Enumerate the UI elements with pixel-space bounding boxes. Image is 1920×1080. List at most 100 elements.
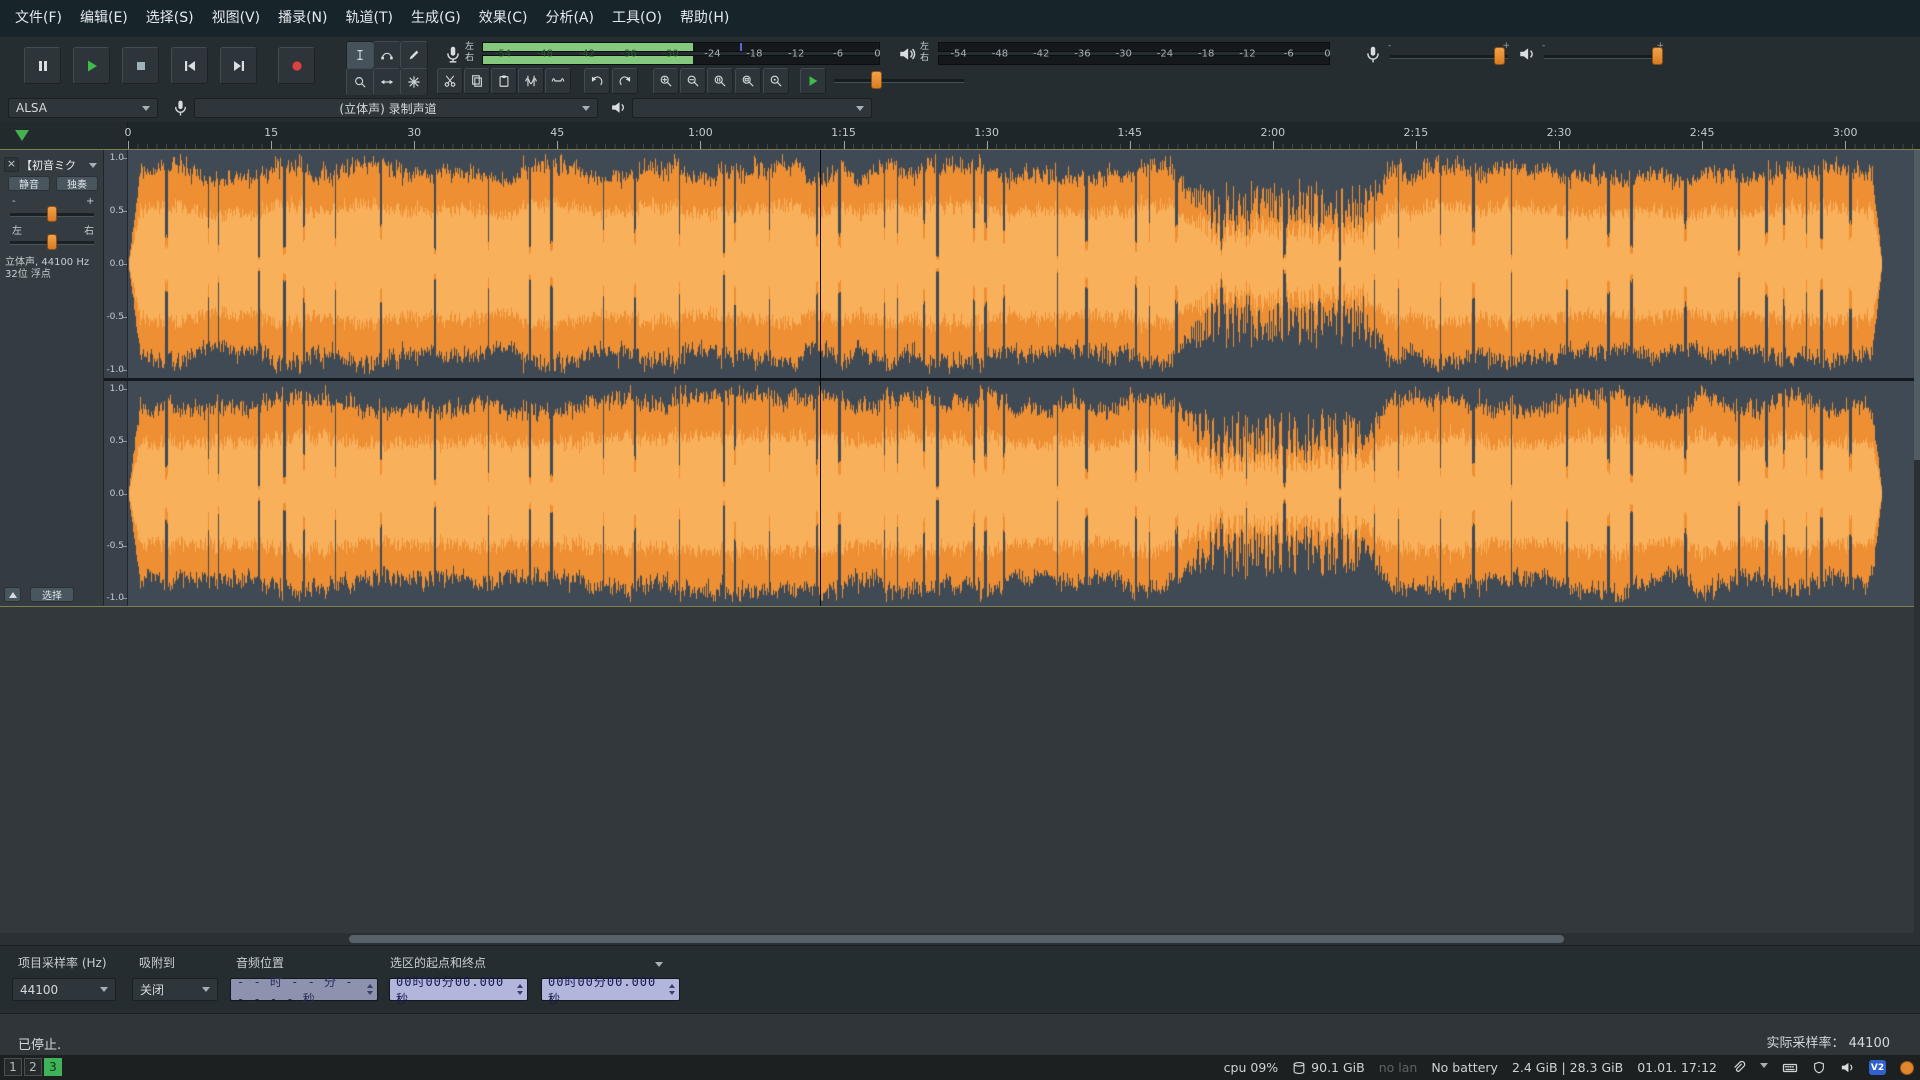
menu-item-transport[interactable]: 播录(N) [269, 0, 336, 37]
menu-item-generate[interactable]: 生成(G) [402, 0, 470, 37]
play-at-speed-button[interactable] [800, 68, 826, 94]
copy-button[interactable] [464, 68, 490, 94]
zoom-in-button[interactable] [653, 68, 679, 94]
pan-slider[interactable] [10, 234, 94, 250]
playback-meter[interactable]: -54-48-42-36-30-24-18-12-60 [938, 42, 1330, 66]
menu-item-help[interactable]: 帮助(H) [671, 0, 738, 37]
audacity-window: 文件(F) 编辑(E) 选择(S) 视图(V) 播录(N) 轨道(T) 生成(G… [0, 0, 1920, 1080]
security-shield-icon[interactable] [1812, 1061, 1826, 1075]
timeline-corner [0, 122, 128, 149]
envelope-tool-icon [380, 48, 394, 62]
audio-host-combo[interactable]: ALSA [8, 98, 158, 118]
attachment-icon[interactable] [1731, 1060, 1746, 1075]
playback-volume-thumb[interactable] [1652, 47, 1663, 65]
spinner-icon[interactable] [667, 981, 677, 998]
selection-end-field[interactable]: 00时00分00.000秒 [541, 978, 680, 1001]
multi-tool-button[interactable] [400, 68, 428, 96]
timeline-ruler[interactable]: 01530451:001:151:301:452:002:152:302:453… [0, 122, 1920, 150]
envelope-tool-button[interactable] [373, 41, 401, 69]
track-close-button[interactable]: × [4, 157, 19, 172]
draw-tool-button[interactable] [400, 41, 428, 69]
play-at-speed-icon [806, 74, 820, 88]
menu-item-tools[interactable]: 工具(O) [603, 0, 671, 37]
vertical-scrollbar[interactable] [1914, 150, 1920, 933]
mic-volume-thumb[interactable] [1494, 47, 1505, 65]
speed-slider-thumb[interactable] [871, 71, 882, 89]
sample-rate-combo[interactable]: 44100 [12, 978, 116, 1001]
vertical-scrollbar-thumb[interactable] [1914, 150, 1920, 460]
selection-start-field[interactable]: 00时00分00.000秒 [389, 978, 528, 1001]
menu-item-edit[interactable]: 编辑(E) [71, 0, 137, 37]
mute-button[interactable]: 静音 [8, 176, 50, 191]
silence-audio-icon [551, 74, 565, 88]
track-menu-caret-icon[interactable] [89, 163, 97, 172]
zoom-project-button[interactable] [735, 68, 761, 94]
record-meter-mic-icon [444, 45, 462, 63]
record-button[interactable] [278, 47, 315, 84]
zoom-out-button[interactable] [680, 68, 706, 94]
menu-item-tracks[interactable]: 轨道(T) [337, 0, 402, 37]
menu-item-effect[interactable]: 效果(C) [470, 0, 537, 37]
redo-button[interactable] [612, 68, 638, 94]
gain-slider[interactable] [10, 206, 94, 222]
paste-button[interactable] [491, 68, 517, 94]
menu-item-analyze[interactable]: 分析(A) [536, 0, 603, 37]
cut-button[interactable] [437, 68, 463, 94]
workspace-2[interactable]: 2 [24, 1058, 42, 1076]
playback-volume-slider[interactable]: - + [1542, 43, 1664, 69]
keyboard-icon[interactable] [1782, 1060, 1798, 1076]
stop-button[interactable] [122, 47, 159, 84]
undo-button[interactable] [584, 68, 610, 94]
pan-slider-thumb[interactable] [47, 234, 57, 250]
pinned-playhead-button[interactable] [12, 127, 32, 144]
selection-tool-icon [353, 48, 367, 62]
menu-item-file[interactable]: 文件(F) [6, 0, 71, 37]
gain-slider-thumb[interactable] [47, 206, 57, 222]
waveform-canvas-right[interactable] [128, 381, 1914, 606]
audio-position-field[interactable]: - - 时 - - 分 - -.- - - 秒 [230, 978, 378, 1001]
app-tray-icon[interactable] [1900, 1061, 1914, 1075]
solo-button[interactable]: 独奏 [56, 176, 98, 191]
workspace-1[interactable]: 1 [4, 1058, 22, 1076]
selection-tool-button[interactable] [346, 41, 374, 69]
recording-channels-combo[interactable]: (立体声) 录制声道 [194, 98, 598, 118]
copy-icon [470, 74, 484, 88]
zoom-selection-button[interactable] [707, 68, 733, 94]
record-meter[interactable]: -54-48-42-36-30-24-18-12-60 [482, 42, 880, 66]
zoom-tool-button[interactable] [346, 68, 374, 96]
menu-item-select[interactable]: 选择(S) [137, 0, 203, 37]
network-tray-icon[interactable] [1760, 1063, 1768, 1072]
mic-volume-min-label: - [1388, 41, 1391, 51]
skip-start-button[interactable] [171, 47, 208, 84]
timeline-ticks[interactable]: 01530451:001:151:301:452:002:152:302:453… [128, 122, 1920, 149]
menu-item-view[interactable]: 视图(V) [203, 0, 270, 37]
playback-device-combo[interactable] [632, 98, 872, 118]
timeshift-tool-button[interactable] [373, 68, 401, 96]
silence-audio-button[interactable] [545, 68, 571, 94]
select-track-button[interactable]: 选择 [30, 587, 74, 602]
disk-usage: 90.1 GiB [1292, 1060, 1365, 1075]
edit-cursor [820, 150, 821, 606]
pause-button[interactable] [24, 47, 61, 84]
skip-end-button[interactable] [220, 47, 257, 84]
input-method-badge[interactable]: V2 [1869, 1060, 1886, 1075]
workspace-3[interactable]: 3 [44, 1058, 62, 1076]
selection-format-caret-icon[interactable] [655, 962, 663, 971]
horizontal-scrollbar-thumb[interactable] [349, 935, 1564, 943]
speed-slider[interactable] [832, 67, 966, 93]
zoom-toggle-button[interactable] [763, 68, 789, 94]
timeline-tick-label: 1:00 [688, 126, 713, 139]
collapse-track-button[interactable] [4, 587, 21, 602]
mic-volume-slider[interactable]: - + [1388, 43, 1510, 69]
waveform-canvas-left[interactable] [128, 150, 1914, 378]
trim-audio-button[interactable] [518, 68, 544, 94]
volume-tray-icon[interactable] [1840, 1060, 1855, 1075]
spinner-icon[interactable] [365, 981, 375, 998]
play-button[interactable] [73, 47, 110, 84]
horizontal-scrollbar[interactable] [0, 933, 1920, 945]
timeline-minor-ticks [128, 144, 1920, 149]
track-title[interactable]: 【初音ミク [21, 157, 87, 173]
timeline-tick-mark [987, 141, 988, 149]
snap-to-combo[interactable]: 关闭 [132, 978, 218, 1001]
spinner-icon[interactable] [515, 981, 525, 998]
